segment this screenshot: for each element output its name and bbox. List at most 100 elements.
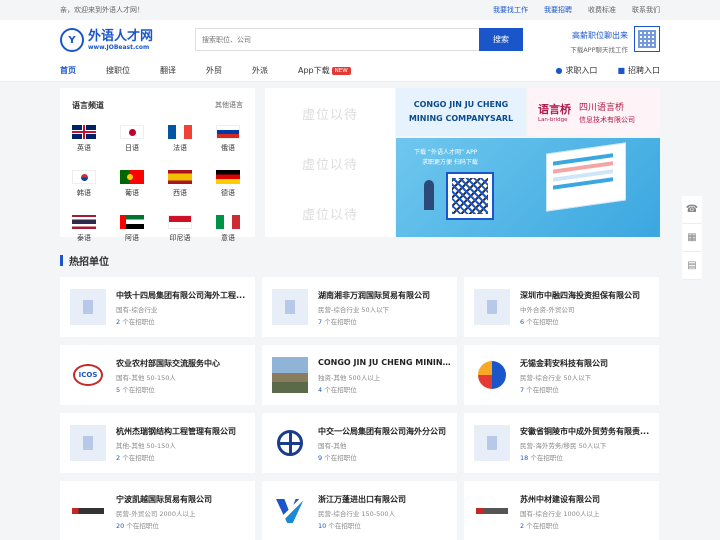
thailand-flag-icon: [72, 215, 96, 229]
germany-flag-icon: [216, 170, 240, 184]
language-portuguese[interactable]: 葡语: [108, 162, 156, 207]
nav-foreign-trade[interactable]: 外贸: [206, 65, 222, 76]
job-count: 18 个在招职位: [520, 454, 563, 462]
find-job-link[interactable]: 我要找工作: [493, 5, 528, 15]
ad-placeholder[interactable]: 虚位以待: [265, 88, 395, 138]
nav-app-download[interactable]: App下载 NEW: [298, 65, 351, 76]
banner-congo-mining[interactable]: CONGO JIN JU CHENG MINING COMPANYSARL: [396, 88, 526, 136]
company-card[interactable]: 中交一公局集团有限公司海外分公司 国有-其他 9 个在招职位: [262, 413, 457, 473]
job-count: 6 个在招职位: [520, 318, 559, 326]
company-name[interactable]: 杭州杰瑞钢结构工程管理有限公司: [116, 426, 250, 437]
language-japanese[interactable]: 日语: [108, 117, 156, 162]
floating-toolbar: ☎ ▦ ▤: [682, 196, 702, 280]
banner-lan-bridge[interactable]: 语言桥 Lan-bridge 四川语言桥 信息技术有限公司: [528, 88, 660, 136]
company-card[interactable]: ICOS 农业农村部国际交流服务中心 国有-其他 50-150人 5 个在招职位: [60, 345, 255, 405]
korea-flag-icon: [72, 170, 96, 184]
logo-icon: Y: [60, 28, 84, 52]
japan-flag-icon: [120, 125, 144, 139]
search-input[interactable]: [195, 28, 479, 51]
language-label: 印尼语: [169, 234, 191, 242]
top-links: 我要找工作 我要招聘 收费标准 联系我们: [493, 5, 660, 15]
language-german[interactable]: 德语: [204, 162, 252, 207]
company-name[interactable]: 浙江万蓬进出口有限公司: [318, 494, 452, 505]
job-count: 2 个在招职位: [520, 522, 559, 530]
recruit-link[interactable]: 我要招聘: [544, 5, 572, 15]
building-icon: [70, 289, 106, 325]
language-arabic[interactable]: 阿语: [108, 207, 156, 252]
language-korean[interactable]: 韩语: [60, 162, 108, 207]
company-name[interactable]: 宁波凯越国际贸易有限公司: [116, 494, 250, 505]
job-count: 2 个在招职位: [116, 454, 155, 462]
language-russian[interactable]: 俄语: [204, 117, 252, 162]
language-italian[interactable]: 意语: [204, 207, 252, 252]
company-name[interactable]: 苏州中材建设有限公司: [520, 494, 654, 505]
job-count: 9 个在招职位: [318, 454, 357, 462]
language-label: 英语: [77, 144, 91, 152]
france-flag-icon: [168, 125, 192, 139]
company-name[interactable]: 安徽省铜陵市中成外贸劳务有限责...: [520, 426, 654, 437]
employer-entry[interactable]: ■ 招聘入口: [617, 65, 660, 76]
feedback-icon[interactable]: ▤: [682, 252, 702, 280]
language-label: 意语: [221, 234, 235, 242]
job-count: 4 个在招职位: [318, 386, 357, 394]
employer-entry-label: 招聘入口: [628, 66, 660, 75]
company-card[interactable]: 深圳市中融四海投资担保有限公司 中外合资-外贸公司 6 个在招职位: [464, 277, 659, 337]
company-card[interactable]: 湖南湘非万润国际贸易有限公司 民营-综合行业 50人以下 7 个在招职位: [262, 277, 457, 337]
dashboard-illustration-icon: [546, 142, 626, 212]
company-name[interactable]: 农业农村部国际交流服务中心: [116, 358, 250, 369]
logo-domain: www.JOBeast.com: [88, 43, 150, 51]
job-count: 7 个在招职位: [318, 318, 357, 326]
company-card[interactable]: 浙江万蓬进出口有限公司 民营-综合行业 150-500人 10 个在招职位: [262, 481, 457, 540]
language-english[interactable]: 英语: [60, 117, 108, 162]
spain-flag-icon: [168, 170, 192, 184]
language-thai[interactable]: 泰语: [60, 207, 108, 252]
nav-search-jobs[interactable]: 搜职位: [106, 65, 130, 76]
ad-placeholder[interactable]: 虚位以待: [265, 138, 395, 188]
sinoma-logo-icon: [474, 493, 510, 529]
qr-code-icon[interactable]: ▦: [682, 224, 702, 252]
phone-icon[interactable]: ☎: [682, 196, 702, 224]
job-count: 5 个在招职位: [116, 386, 155, 394]
indonesia-flag-icon: [168, 215, 192, 229]
language-french[interactable]: 法语: [156, 117, 204, 162]
company-name[interactable]: 中铁十四局集团有限公司海外工程...: [116, 290, 250, 301]
nav-translation[interactable]: 翻译: [160, 65, 176, 76]
contact-link[interactable]: 联系我们: [632, 5, 660, 15]
banner-app-download[interactable]: 下载 “外语人才网” APP 求职更方便 扫码下载: [396, 138, 660, 237]
language-channel-title: 语言频道: [72, 101, 104, 110]
banner-congo-line2: MINING COMPANYSARL: [408, 114, 514, 123]
language-label: 德语: [221, 189, 235, 197]
search-button[interactable]: 搜索: [479, 28, 523, 51]
jobseeker-entry-label: 求职入口: [565, 66, 598, 75]
job-count: 2 个在招职位: [116, 318, 155, 326]
company-card[interactable]: 苏州中材建设有限公司 国有-综合行业 1000人以上 2 个在招职位: [464, 481, 659, 540]
company-card[interactable]: 无锡金莉安科技有限公司 民营-综合行业 50人以下 7 个在招职位: [464, 345, 659, 405]
company-card[interactable]: 安徽省铜陵市中成外贸劳务有限责... 民营-海外劳务/移民 50人以下 18 个…: [464, 413, 659, 473]
company-name[interactable]: 湖南湘非万润国际贸易有限公司: [318, 290, 452, 301]
portugal-flag-icon: [120, 170, 144, 184]
language-label: 俄语: [221, 144, 235, 152]
company-card[interactable]: CONGO JIN JU CHENG MINING... 独资-其他 500人以…: [262, 345, 457, 405]
company-name[interactable]: 中交一公局集团有限公司海外分公司: [318, 426, 452, 437]
nav-home[interactable]: 首页: [60, 65, 76, 76]
company-card[interactable]: 宁波凯越国际贸易有限公司 民营-外贸公司 2000人以上 20 个在招职位: [60, 481, 255, 540]
company-meta: 民营-综合行业 50人以下: [520, 374, 592, 382]
app-promo: 高薪职位聊出来 下载APP聊天找工作: [565, 30, 628, 54]
app-banner-subtitle: 求职更方便 扫码下载: [422, 159, 478, 166]
other-languages-link[interactable]: 其他语言: [215, 100, 243, 111]
site-logo[interactable]: Y 外语人才网 www.JOBeast.com: [60, 28, 153, 52]
company-name[interactable]: CONGO JIN JU CHENG MINING...: [318, 358, 452, 367]
company-name[interactable]: 无锡金莉安科技有限公司: [520, 358, 654, 369]
ad-placeholder[interactable]: 虚位以待: [265, 188, 395, 238]
pricing-link[interactable]: 收费标准: [588, 5, 616, 15]
company-name[interactable]: 深圳市中融四海投资担保有限公司: [520, 290, 654, 301]
company-card[interactable]: 中铁十四局集团有限公司海外工程... 国有-综合行业 2 个在招职位: [60, 277, 255, 337]
company-card[interactable]: 杭州杰瑞钢结构工程管理有限公司 其他-其他 50-150人 2 个在招职位: [60, 413, 255, 473]
language-indonesian[interactable]: 印尼语: [156, 207, 204, 252]
language-spanish[interactable]: 西语: [156, 162, 204, 207]
jobseeker-entry[interactable]: ● 求职入口: [555, 65, 597, 76]
company-meta: 国有-其他 50-150人: [116, 374, 176, 382]
company-grid: 中铁十四局集团有限公司海外工程... 国有-综合行业 2 个在招职位 湖南湘非万…: [60, 277, 659, 540]
nav-overseas[interactable]: 外派: [252, 65, 268, 76]
ccccl-logo-icon: [272, 425, 308, 461]
